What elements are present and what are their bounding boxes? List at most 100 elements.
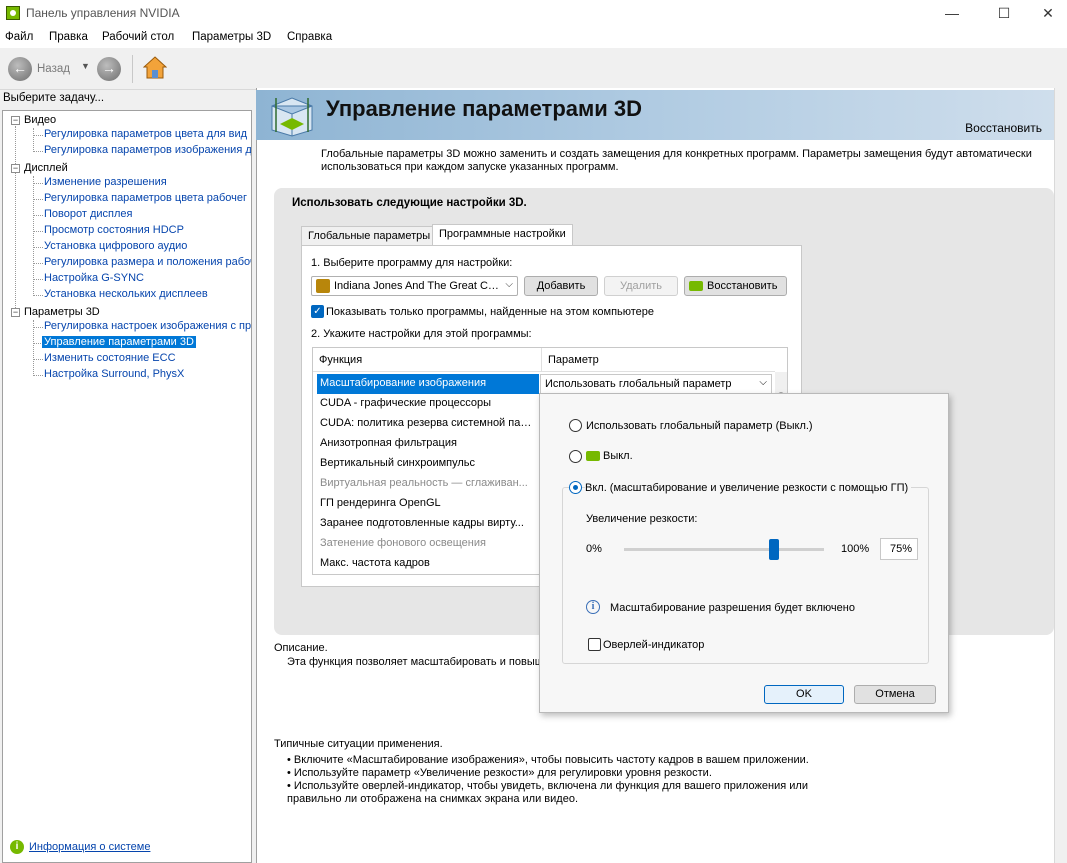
forward-arrow-icon[interactable]: → [97, 57, 121, 81]
remove-button[interactable]: Удалить [604, 276, 678, 296]
back-label[interactable]: Назад [37, 63, 70, 75]
3d-cube-icon [271, 97, 313, 137]
tab-program-settings[interactable]: Программные настройки [432, 224, 573, 246]
toolbar-separator [132, 55, 133, 83]
grid-row-cuda-gpus[interactable]: CUDA - графические процессоры [317, 394, 539, 414]
tree-item-ecc[interactable]: Изменить состояние ECC [42, 352, 178, 364]
usage-item-3: • Используйте оверлей-индикатор, чтобы у… [287, 780, 808, 792]
title-bar: Панель управления NVIDIA — ☐ ✕ [0, 0, 1067, 28]
intro-line-2: использоваться при каждом запуске указан… [321, 161, 619, 173]
sharpen-label: Увеличение резкости: [586, 513, 698, 525]
page-banner: Управление параметрами 3D Восстановить [256, 90, 1054, 140]
col-header-function[interactable]: Функция [313, 348, 541, 372]
tree-item-digital-audio[interactable]: Установка цифрового аудио [42, 240, 189, 252]
step2-label: 2. Укажите настройки для этой программы: [311, 328, 532, 340]
tree-item-desktop-color[interactable]: Регулировка параметров цвета рабочег [42, 192, 249, 204]
menu-file[interactable]: Файл [5, 31, 33, 43]
restore-program-button[interactable]: Восстановить [684, 276, 787, 296]
restore-defaults-link[interactable]: Восстановить [965, 121, 1042, 135]
grid-row-ambient-occlusion[interactable]: Затенение фонового освещения [317, 534, 539, 554]
grid-row-opengl-gpu[interactable]: ГП рендеринга OpenGL [317, 494, 539, 514]
chevron-down-icon: ⌵ [505, 279, 513, 290]
description-text: Эта функция позволяет масштабировать и п… [287, 656, 544, 668]
show-only-checkbox[interactable]: ✓ [311, 305, 324, 318]
sharpen-slider-track[interactable] [624, 548, 824, 551]
nvidia-logo-icon [586, 451, 600, 461]
usage-item-1: • Включите «Масштабирование изображения»… [287, 754, 809, 766]
program-select[interactable]: Indiana Jones And The Great Ci... ⌵ [311, 276, 518, 296]
minimize-button[interactable]: — [929, 0, 975, 28]
sharpen-slider-thumb[interactable] [769, 539, 779, 560]
col-header-param[interactable]: Параметр [541, 348, 775, 372]
task-tree: − Видео Регулировка параметров цвета для… [2, 110, 252, 863]
close-button[interactable]: ✕ [1025, 0, 1067, 28]
menu-edit[interactable]: Правка [49, 31, 88, 43]
radio-off-label[interactable]: Выкл. [603, 450, 633, 462]
game-icon [316, 279, 330, 293]
usage-title: Типичные ситуации применения. [274, 738, 443, 750]
tree-item-multi-display[interactable]: Установка нескольких дисплеев [42, 288, 210, 300]
grid-row-cuda-sysmem[interactable]: CUDA: политика резерва системной пам... [317, 414, 539, 434]
tree-item-video-color[interactable]: Регулировка параметров цвета для вид [42, 128, 249, 140]
chevron-down-icon: ⌵ [759, 377, 767, 388]
param-value-select[interactable]: Использовать глобальный параметр ⌵ [540, 374, 772, 394]
tree-category-display[interactable]: Дисплей [24, 162, 68, 174]
radio-use-global-label[interactable]: Использовать глобальный параметр (Выкл.) [586, 420, 813, 432]
scaling-info-text: Масштабирование разрешения будет включен… [610, 602, 855, 614]
overlay-label[interactable]: Оверлей-индикатор [603, 639, 704, 651]
tree-item-desktop-size[interactable]: Регулировка размера и положения рабоч [42, 256, 251, 268]
sharpen-value-field[interactable]: 75% [880, 538, 918, 560]
maximize-button[interactable]: ☐ [981, 0, 1027, 28]
collapse-display-icon[interactable]: − [11, 164, 20, 173]
menu-3d-settings[interactable]: Параметры 3D [192, 31, 271, 43]
nvidia-app-icon [6, 6, 20, 20]
param-value-text: Использовать глобальный параметр [545, 378, 732, 390]
radio-use-global[interactable] [569, 419, 582, 432]
tree-item-image-settings-preview[interactable]: Регулировка настроек изображения с пр [42, 320, 251, 332]
intro-line-1: Глобальные параметры 3D можно заменить и… [321, 148, 1032, 160]
task-panel-header: Выберите задачу... [3, 92, 105, 104]
program-select-value: Indiana Jones And The Great Ci... [334, 280, 499, 292]
add-button[interactable]: Добавить [524, 276, 598, 296]
grid-row-anisotropic[interactable]: Анизотропная фильтрация [317, 434, 539, 454]
grid-row-max-framerate[interactable]: Макс. частота кадров [317, 554, 539, 574]
tree-item-surround-physx[interactable]: Настройка Surround, PhysX [42, 368, 186, 380]
tree-item-gsync[interactable]: Настройка G-SYNC [42, 272, 146, 284]
collapse-video-icon[interactable]: − [11, 116, 20, 125]
usage-item-3-cont: правильно ли отображена на снимках экран… [287, 793, 578, 805]
system-info-icon: i [10, 840, 24, 854]
menu-help[interactable]: Справка [287, 31, 332, 43]
tree-item-hdcp[interactable]: Просмотр состояния HDCP [42, 224, 186, 236]
tab-global-settings[interactable]: Глобальные параметры [301, 226, 438, 246]
ok-button[interactable]: OK [764, 685, 844, 704]
description-label: Описание. [274, 642, 328, 654]
system-info-label[interactable]: Информация о системе [29, 841, 150, 853]
slider-min-label: 0% [586, 543, 602, 555]
menu-bar: Файл Правка Рабочий стол Параметры 3D Сп… [0, 28, 1067, 48]
tree-item-resolution[interactable]: Изменение разрешения [42, 176, 169, 188]
back-history-dropdown-icon[interactable]: ▼ [81, 61, 90, 71]
tree-item-manage-3d[interactable]: Управление параметрами 3D [42, 336, 196, 348]
collapse-3d-icon[interactable]: − [11, 308, 20, 317]
grid-row-image-scaling[interactable]: Масштабирование изображения [317, 374, 539, 394]
radio-on-label[interactable]: Вкл. (масштабирование и увеличение резко… [585, 482, 912, 494]
overlay-checkbox[interactable] [588, 638, 601, 651]
back-arrow-icon[interactable]: ← [8, 57, 32, 81]
grid-row-vr-prerendered[interactable]: Заранее подготовленные кадры вирту... [317, 514, 539, 534]
slider-max-label: 100% [841, 543, 870, 555]
main-scrollbar[interactable] [1054, 88, 1067, 863]
grid-row-vr-aa[interactable]: Виртуальная реальность — сглаживан... [317, 474, 539, 494]
tree-category-video[interactable]: Видео [24, 114, 56, 126]
nvidia-logo-icon [689, 281, 703, 292]
tree-category-3d[interactable]: Параметры 3D [24, 306, 100, 318]
info-icon: i [586, 600, 600, 614]
tree-item-video-image[interactable]: Регулировка параметров изображения д [42, 144, 251, 156]
home-icon[interactable] [143, 55, 167, 81]
menu-desktop[interactable]: Рабочий стол [102, 31, 174, 43]
cancel-button[interactable]: Отмена [854, 685, 936, 704]
radio-on[interactable] [569, 481, 582, 494]
grid-row-vsync[interactable]: Вертикальный синхроимпульс [317, 454, 539, 474]
radio-off[interactable] [569, 450, 582, 463]
tree-item-rotate[interactable]: Поворот дисплея [42, 208, 134, 220]
restore-program-label: Восстановить [707, 280, 778, 292]
